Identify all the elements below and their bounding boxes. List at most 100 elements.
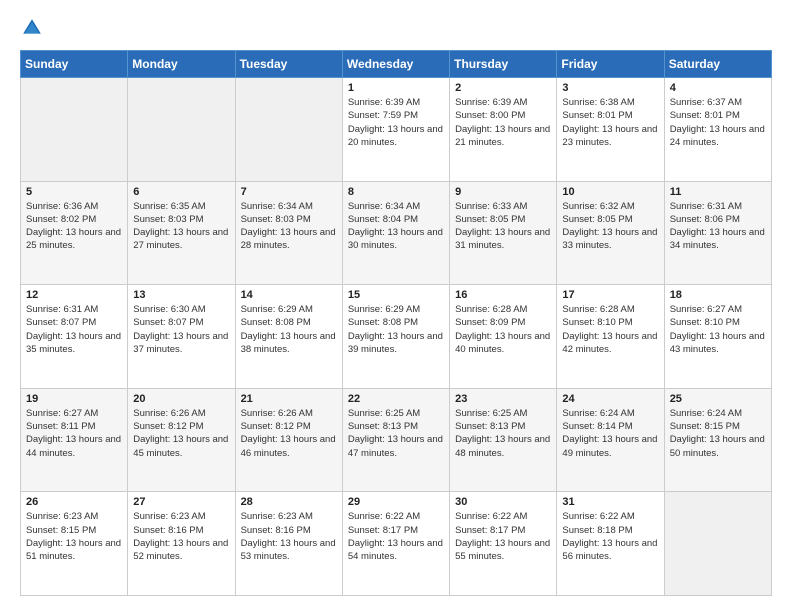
calendar-cell: 29Sunrise: 6:22 AMSunset: 8:17 PMDayligh… [342, 492, 449, 596]
calendar-cell: 9 Sunrise: 6:33 AMSunset: 8:05 PMDaylight… [450, 181, 557, 285]
calendar-cell: 4 Sunrise: 6:37 AMSunset: 8:01 PMDaylight… [664, 78, 771, 182]
calendar-cell: 22Sunrise: 6:25 AMSunset: 8:13 PMDayligh… [342, 388, 449, 492]
day-info: Sunrise: 6:27 AMSunset: 8:10 PMDaylight:… [670, 303, 766, 356]
day-number: 2 [455, 82, 551, 94]
calendar-cell: 8 Sunrise: 6:34 AMSunset: 8:04 PMDaylight… [342, 181, 449, 285]
day-number: 25 [670, 393, 766, 405]
calendar-cell: 30 Sunrise: 6:22 AMSunset: 8:17 PMDayligh… [450, 492, 557, 596]
calendar-table: SundayMondayTuesdayWednesdayThursdayFrid… [20, 50, 772, 596]
day-info: Sunrise: 6:29 AMSunset: 8:08 PMDaylight:… [241, 303, 337, 356]
day-info: Sunrise: 6:34 AMSunset: 8:04 PMDaylight:… [348, 200, 444, 253]
col-header-saturday: Saturday [664, 51, 771, 78]
logo-icon [20, 16, 44, 40]
calendar-cell: 11 Sunrise: 6:31 AMSunset: 8:06 PMDayligh… [664, 181, 771, 285]
day-info: Sunrise: 6:30 AMSunset: 8:07 PMDaylight:… [133, 303, 229, 356]
day-number: 16 [455, 289, 551, 301]
day-info: Sunrise: 6:23 AMSunset: 8:16 PMDaylight:… [241, 510, 337, 563]
day-number: 12 [26, 289, 122, 301]
col-header-tuesday: Tuesday [235, 51, 342, 78]
calendar-cell: 3Sunrise: 6:38 AMSunset: 8:01 PMDaylight… [557, 78, 664, 182]
day-info: Sunrise: 6:23 AMSunset: 8:15 PMDaylight:… [26, 510, 122, 563]
day-number: 6 [133, 186, 229, 198]
day-info: Sunrise: 6:34 AMSunset: 8:03 PMDaylight:… [241, 200, 337, 253]
calendar-cell: 2 Sunrise: 6:39 AMSunset: 8:00 PMDaylight… [450, 78, 557, 182]
day-number: 24 [562, 393, 658, 405]
calendar-cell: 18Sunrise: 6:27 AMSunset: 8:10 PMDayligh… [664, 285, 771, 389]
calendar-cell: 7 Sunrise: 6:34 AMSunset: 8:03 PMDaylight… [235, 181, 342, 285]
calendar-cell: 28 Sunrise: 6:23 AMSunset: 8:16 PMDayligh… [235, 492, 342, 596]
calendar-cell: 23 Sunrise: 6:25 AMSunset: 8:13 PMDayligh… [450, 388, 557, 492]
col-header-sunday: Sunday [21, 51, 128, 78]
day-info: Sunrise: 6:26 AMSunset: 8:12 PMDaylight:… [133, 407, 229, 460]
day-info: Sunrise: 6:29 AMSunset: 8:08 PMDaylight:… [348, 303, 444, 356]
day-info: Sunrise: 6:38 AMSunset: 8:01 PMDaylight:… [562, 96, 658, 149]
day-number: 17 [562, 289, 658, 301]
calendar-cell: 16 Sunrise: 6:28 AMSunset: 8:09 PMDayligh… [450, 285, 557, 389]
calendar-cell: 10 Sunrise: 6:32 AMSunset: 8:05 PMDayligh… [557, 181, 664, 285]
day-info: Sunrise: 6:36 AMSunset: 8:02 PMDaylight:… [26, 200, 122, 253]
day-number: 19 [26, 393, 122, 405]
calendar-cell [21, 78, 128, 182]
day-info: Sunrise: 6:22 AMSunset: 8:17 PMDaylight:… [348, 510, 444, 563]
day-info: Sunrise: 6:39 AMSunset: 8:00 PMDaylight:… [455, 96, 551, 149]
day-info: Sunrise: 6:32 AMSunset: 8:05 PMDaylight:… [562, 200, 658, 253]
calendar-cell: 27 Sunrise: 6:23 AMSunset: 8:16 PMDayligh… [128, 492, 235, 596]
day-number: 14 [241, 289, 337, 301]
calendar-cell: 13 Sunrise: 6:30 AMSunset: 8:07 PMDayligh… [128, 285, 235, 389]
day-number: 26 [26, 496, 122, 508]
calendar-cell [128, 78, 235, 182]
day-info: Sunrise: 6:22 AMSunset: 8:18 PMDaylight:… [562, 510, 658, 563]
day-info: Sunrise: 6:37 AMSunset: 8:01 PMDaylight:… [670, 96, 766, 149]
day-info: Sunrise: 6:31 AMSunset: 8:06 PMDaylight:… [670, 200, 766, 253]
calendar-cell: 5 Sunrise: 6:36 AMSunset: 8:02 PMDaylight… [21, 181, 128, 285]
col-header-wednesday: Wednesday [342, 51, 449, 78]
calendar-cell: 31 Sunrise: 6:22 AMSunset: 8:18 PMDayligh… [557, 492, 664, 596]
day-info: Sunrise: 6:22 AMSunset: 8:17 PMDaylight:… [455, 510, 551, 563]
calendar-cell: 20 Sunrise: 6:26 AMSunset: 8:12 PMDayligh… [128, 388, 235, 492]
day-info: Sunrise: 6:31 AMSunset: 8:07 PMDaylight:… [26, 303, 122, 356]
day-info: Sunrise: 6:28 AMSunset: 8:09 PMDaylight:… [455, 303, 551, 356]
day-info: Sunrise: 6:33 AMSunset: 8:05 PMDaylight:… [455, 200, 551, 253]
day-number: 31 [562, 496, 658, 508]
day-info: Sunrise: 6:27 AMSunset: 8:11 PMDaylight:… [26, 407, 122, 460]
calendar-cell: 14 Sunrise: 6:29 AMSunset: 8:08 PMDayligh… [235, 285, 342, 389]
day-info: Sunrise: 6:23 AMSunset: 8:16 PMDaylight:… [133, 510, 229, 563]
page: SundayMondayTuesdayWednesdayThursdayFrid… [0, 0, 792, 612]
calendar-cell: 21 Sunrise: 6:26 AMSunset: 8:12 PMDayligh… [235, 388, 342, 492]
day-number: 28 [241, 496, 337, 508]
calendar-cell: 26 Sunrise: 6:23 AMSunset: 8:15 PMDayligh… [21, 492, 128, 596]
day-number: 20 [133, 393, 229, 405]
day-number: 1 [348, 82, 444, 94]
day-number: 10 [562, 186, 658, 198]
col-header-thursday: Thursday [450, 51, 557, 78]
day-info: Sunrise: 6:39 AMSunset: 7:59 PMDaylight:… [348, 96, 444, 149]
calendar-cell: 15 Sunrise: 6:29 AMSunset: 8:08 PMDayligh… [342, 285, 449, 389]
day-number: 30 [455, 496, 551, 508]
day-number: 9 [455, 186, 551, 198]
day-number: 5 [26, 186, 122, 198]
day-info: Sunrise: 6:24 AMSunset: 8:15 PMDaylight:… [670, 407, 766, 460]
calendar-cell [664, 492, 771, 596]
calendar-cell: 12 Sunrise: 6:31 AMSunset: 8:07 PMDayligh… [21, 285, 128, 389]
day-number: 8 [348, 186, 444, 198]
day-info: Sunrise: 6:25 AMSunset: 8:13 PMDaylight:… [455, 407, 551, 460]
day-number: 13 [133, 289, 229, 301]
col-header-monday: Monday [128, 51, 235, 78]
calendar-cell: 24Sunrise: 6:24 AMSunset: 8:14 PMDayligh… [557, 388, 664, 492]
calendar-cell: 25 Sunrise: 6:24 AMSunset: 8:15 PMDayligh… [664, 388, 771, 492]
header [20, 16, 772, 40]
day-info: Sunrise: 6:35 AMSunset: 8:03 PMDaylight:… [133, 200, 229, 253]
day-number: 21 [241, 393, 337, 405]
day-number: 7 [241, 186, 337, 198]
day-number: 27 [133, 496, 229, 508]
day-info: Sunrise: 6:25 AMSunset: 8:13 PMDaylight:… [348, 407, 444, 460]
day-number: 4 [670, 82, 766, 94]
calendar-cell: 1 Sunrise: 6:39 AMSunset: 7:59 PMDaylight… [342, 78, 449, 182]
day-number: 23 [455, 393, 551, 405]
calendar-cell [235, 78, 342, 182]
calendar-cell: 17Sunrise: 6:28 AMSunset: 8:10 PMDayligh… [557, 285, 664, 389]
day-number: 11 [670, 186, 766, 198]
calendar-cell: 19 Sunrise: 6:27 AMSunset: 8:11 PMDayligh… [21, 388, 128, 492]
day-number: 15 [348, 289, 444, 301]
day-info: Sunrise: 6:26 AMSunset: 8:12 PMDaylight:… [241, 407, 337, 460]
